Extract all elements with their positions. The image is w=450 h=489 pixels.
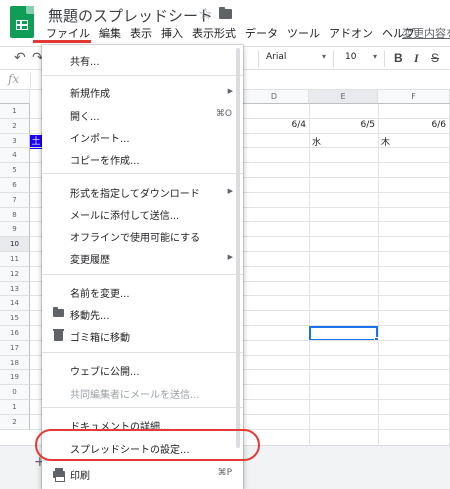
row-header[interactable]: 5 bbox=[0, 163, 30, 178]
row-header[interactable]: 13 bbox=[0, 281, 30, 297]
row-header[interactable]: 4 bbox=[0, 148, 30, 164]
row-header[interactable]: 1 bbox=[0, 104, 30, 119]
row-header[interactable]: 0 bbox=[0, 385, 30, 400]
menu-item-move[interactable]: 移動先... bbox=[42, 304, 243, 324]
row-header[interactable]: 12 bbox=[0, 266, 30, 282]
menu-item-new[interactable]: 新規作成 ▶ bbox=[42, 82, 243, 102]
menu-divider bbox=[42, 75, 243, 76]
menu-insert[interactable]: 挿入 bbox=[161, 25, 183, 43]
column-header-d[interactable]: D bbox=[240, 90, 309, 104]
menu-item-rename[interactable]: 名前を変更... bbox=[42, 282, 243, 302]
chevron-down-icon[interactable]: ▾ bbox=[322, 52, 326, 61]
cell-date[interactable]: 6/6 bbox=[378, 120, 446, 130]
printer-icon bbox=[53, 468, 65, 482]
row-header[interactable]: 11 bbox=[0, 252, 30, 267]
star-icon[interactable]: ☆ bbox=[198, 4, 212, 23]
folder-icon bbox=[53, 307, 64, 317]
row-header[interactable]: 2 bbox=[0, 118, 30, 134]
row-header[interactable]: 1 bbox=[0, 400, 30, 415]
row-header[interactable]: 16 bbox=[0, 326, 30, 341]
menu-item-move-to-trash[interactable]: ゴミ箱に移動 bbox=[42, 326, 243, 346]
cell-date[interactable]: 6/4 bbox=[240, 120, 306, 130]
menu-tools[interactable]: ツール bbox=[287, 25, 320, 43]
annotation-highlight-oval bbox=[35, 429, 260, 461]
fx-icon: fx bbox=[8, 72, 20, 86]
formula-divider bbox=[30, 73, 31, 87]
file-menu-highlight-underline bbox=[33, 40, 91, 43]
toolbar-divider bbox=[258, 51, 259, 67]
row-header[interactable]: 2 bbox=[0, 414, 30, 430]
menu-scrollbar[interactable] bbox=[236, 48, 240, 448]
bold-icon[interactable]: B bbox=[394, 51, 403, 65]
chevron-right-icon: ▶ bbox=[227, 253, 233, 261]
menu-item-download-as[interactable]: 形式を指定してダウンロード ▶ bbox=[42, 182, 243, 202]
last-edit-link[interactable]: 変更内容を bbox=[402, 25, 450, 41]
menu-item-print[interactable]: 印刷 ⌘P bbox=[42, 464, 243, 484]
trash-icon bbox=[53, 329, 64, 341]
menu-divider bbox=[42, 352, 243, 353]
chevron-right-icon: ▶ bbox=[227, 87, 233, 95]
row-header[interactable]: 3 bbox=[0, 133, 30, 149]
row-header[interactable]: 8 bbox=[0, 207, 30, 223]
menu-bar: ファイル 編集 表示 挿入 表示形式 データ ツール アドオン ヘルプ bbox=[46, 25, 424, 43]
row-header[interactable]: 10 bbox=[0, 237, 30, 252]
row-header[interactable]: 19 bbox=[0, 370, 30, 386]
select-all-corner[interactable] bbox=[0, 90, 30, 104]
cell-date[interactable]: 6/5 bbox=[309, 120, 375, 130]
row-header[interactable]: 18 bbox=[0, 355, 30, 371]
menu-item-publish-web[interactable]: ウェブに公開... bbox=[42, 360, 243, 380]
font-select[interactable]: Arial bbox=[266, 52, 286, 62]
menu-view[interactable]: 表示 bbox=[130, 25, 152, 43]
row-header[interactable]: 17 bbox=[0, 340, 30, 356]
menu-edit[interactable]: 編集 bbox=[99, 25, 121, 43]
menu-data[interactable]: データ bbox=[245, 25, 278, 43]
menu-item-open[interactable]: 開く... ⌘O bbox=[42, 105, 243, 125]
sheets-logo-icon[interactable] bbox=[10, 6, 34, 38]
menu-format[interactable]: 表示形式 bbox=[192, 25, 236, 43]
folder-icon[interactable] bbox=[219, 7, 232, 19]
column-gridline bbox=[378, 104, 379, 445]
menu-divider bbox=[42, 407, 243, 408]
chevron-right-icon: ▶ bbox=[227, 187, 233, 195]
column-header-e[interactable]: E bbox=[309, 90, 378, 104]
toolbar-divider bbox=[333, 51, 334, 67]
menu-item-make-offline[interactable]: オフラインで使用可能にする bbox=[42, 226, 243, 246]
document-title[interactable]: 無題のスプレッドシート bbox=[48, 5, 213, 26]
menu-addons[interactable]: アドオン bbox=[329, 25, 373, 43]
toolbar-divider bbox=[384, 51, 385, 67]
menu-divider bbox=[42, 173, 243, 174]
menu-item-make-copy[interactable]: コピーを作成... bbox=[42, 149, 243, 169]
row-header[interactable]: 9 bbox=[0, 222, 30, 238]
menu-item-import[interactable]: インポート... bbox=[42, 127, 243, 147]
active-cell-selection[interactable] bbox=[309, 326, 378, 341]
row-header[interactable]: 7 bbox=[0, 192, 30, 208]
cell-day[interactable]: 水 bbox=[312, 135, 321, 148]
row-header[interactable]: 6 bbox=[0, 178, 30, 193]
menu-item-version-history[interactable]: 変更履歴 ▶ bbox=[42, 248, 243, 268]
strikethrough-icon[interactable]: S bbox=[431, 51, 439, 65]
menu-item-email-collaborators: 共同編集者にメールを送信... bbox=[70, 390, 200, 401]
menu-divider bbox=[42, 274, 243, 275]
column-header-f[interactable]: F bbox=[378, 90, 450, 104]
cell-day[interactable]: 木 bbox=[381, 135, 390, 148]
menu-item-share[interactable]: 共有... bbox=[42, 50, 243, 70]
row-header[interactable]: 15 bbox=[0, 311, 30, 326]
undo-icon[interactable]: ↶ bbox=[14, 50, 26, 66]
font-size-select[interactable]: 10 bbox=[345, 52, 356, 62]
column-gridline bbox=[309, 104, 310, 445]
file-menu: 共有... 新規作成 ▶ 開く... ⌘O インポート... コピーを作成... 形… bbox=[42, 45, 243, 489]
menu-item-email-attachment[interactable]: メールに添付して送信... bbox=[42, 204, 243, 224]
italic-icon[interactable]: I bbox=[414, 51, 419, 66]
row-header[interactable]: 14 bbox=[0, 296, 30, 312]
chevron-down-icon[interactable]: ▾ bbox=[373, 52, 377, 61]
